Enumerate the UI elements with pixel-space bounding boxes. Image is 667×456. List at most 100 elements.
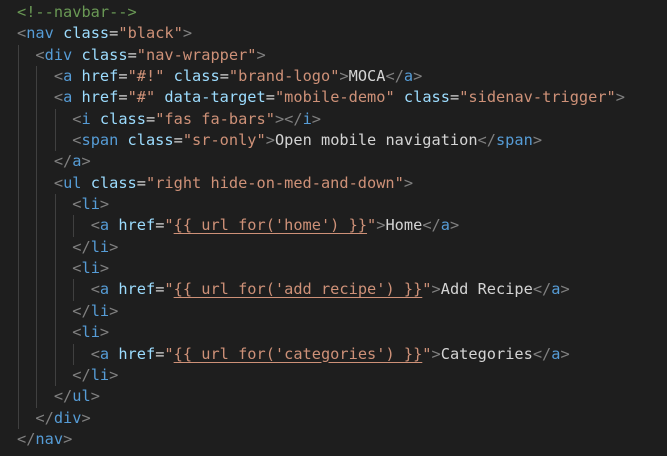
tag-name-token: ul (63, 173, 82, 192)
equals-token: = (136, 173, 146, 192)
indent-guide (54, 236, 56, 259)
text-token: Add Recipe (440, 280, 533, 299)
attribute-name-token: href (118, 280, 156, 299)
string-token: " (422, 280, 432, 299)
string-token: "mobile-demo" (274, 88, 395, 107)
indent-guide (18, 66, 19, 88)
punctuation-token: < (53, 173, 64, 192)
attribute-name-token: class (99, 109, 146, 128)
punctuation-token: > (449, 216, 460, 235)
code-line[interactable]: </li> (0, 236, 667, 259)
attribute-name-token: href (118, 216, 156, 235)
indent-guide (18, 151, 19, 173)
punctuation-token: </ (53, 387, 73, 406)
indentation (17, 409, 35, 427)
tag-name-token: span (81, 131, 119, 150)
punctuation-token: > (99, 259, 110, 278)
indent-guide (18, 407, 19, 429)
indent-guide (36, 322, 38, 344)
code-line[interactable]: </ul> (0, 386, 667, 408)
punctuation-token: > (81, 152, 91, 171)
code-line[interactable]: <!--navbar--> (0, 2, 667, 23)
indentation (17, 366, 72, 384)
code-line[interactable]: </div> (0, 407, 667, 429)
indent-guide (18, 130, 19, 152)
string-token: "fas fa-bars" (155, 109, 275, 128)
code-line[interactable]: </nav> (0, 429, 667, 450)
code-line[interactable]: <ul class="right hide-on-med-and-down"> (0, 172, 667, 195)
punctuation-token: </ (477, 131, 496, 150)
text-token: Open mobile navigation (274, 131, 478, 150)
indent-guide (36, 215, 38, 237)
punctuation-token: > (311, 109, 322, 128)
tag-name-token: li (81, 323, 100, 342)
punctuation-token: > (109, 365, 119, 384)
indent-guide (18, 172, 19, 195)
code-line[interactable]: <a href="{{ url_for('add_recipe') }}">Ad… (0, 279, 667, 301)
code-line[interactable]: </li> (0, 300, 667, 323)
equals-token: = (265, 88, 275, 107)
punctuation-token: </ (72, 237, 91, 256)
code-line[interactable]: <i class="fas fa-bars"></i> (0, 108, 667, 131)
indent-guide (36, 236, 38, 259)
indent-guide (54, 343, 56, 365)
punctuation-token: > (431, 280, 441, 299)
indentation (17, 302, 72, 320)
tag-name-token: div (44, 45, 73, 64)
punctuation-token: </ (422, 216, 441, 235)
equals-token: = (127, 45, 137, 64)
tag-name-token: i (302, 109, 312, 128)
indentation (17, 46, 35, 64)
indentation (17, 323, 72, 341)
punctuation-token: > (560, 344, 570, 363)
code-line[interactable]: <li> (0, 258, 667, 280)
text-token: Home (385, 216, 423, 235)
equals-token: = (173, 131, 183, 150)
tag-name-token: li (81, 259, 100, 278)
punctuation-token: > (560, 280, 570, 299)
punctuation-token: > (63, 429, 73, 448)
indent-guide (36, 130, 38, 152)
code-line[interactable]: <nav class="black"> (0, 23, 667, 44)
indent-guide (36, 279, 38, 301)
indent-guide (36, 108, 38, 131)
string-token: "#" (127, 88, 156, 107)
code-line[interactable]: </a> (0, 151, 667, 173)
punctuation-token: > (532, 131, 543, 150)
code-lines: <!--navbar--> <nav class="black"> <div cl… (0, 2, 667, 450)
code-line[interactable]: <li> (0, 322, 667, 344)
code-line[interactable]: <span class="sr-only">Open mobile naviga… (0, 130, 667, 152)
indent-guide (18, 108, 19, 131)
code-line[interactable]: <a href="#!" class="brand-logo">MOCA</a> (0, 66, 667, 88)
code-line[interactable]: </li> (0, 364, 667, 387)
indentation (17, 110, 72, 128)
code-line[interactable]: <a href="#" data-target="mobile-demo" cl… (0, 87, 667, 109)
code-line[interactable]: <li> (0, 194, 667, 216)
string-token: " (367, 216, 377, 235)
code-line[interactable]: <div class="nav-wrapper"> (0, 44, 667, 67)
punctuation-token: > (265, 131, 275, 150)
string-token: "right hide-on-med-and-down" (145, 173, 404, 192)
punctuation-token: > (615, 88, 625, 107)
text-token: Categories (440, 344, 533, 363)
string-token: "sidenav-trigger" (459, 88, 616, 107)
punctuation-token: < (90, 280, 100, 299)
string-token: "nav-wrapper" (136, 45, 257, 64)
string-token: {{ url_for('categories') }} (173, 344, 423, 363)
indent-guide (54, 194, 56, 216)
code-line[interactable]: <a href="{{ url_for('categories') }}">Ca… (0, 343, 667, 365)
tag-name-token: nav (35, 429, 64, 448)
equals-token: = (219, 67, 229, 86)
punctuation-token: > (90, 387, 100, 406)
indent-guide (18, 44, 19, 67)
string-token: {{ url_for('add_recipe') }} (173, 280, 423, 299)
attribute-name-token: class (63, 24, 110, 43)
code-line[interactable]: <a href="{{ url_for('home') }}">Home</a> (0, 215, 667, 237)
indent-guide (36, 386, 38, 408)
code-editor[interactable]: <!--navbar--> <nav class="black"> <div cl… (0, 0, 667, 456)
string-token: " (422, 344, 432, 363)
